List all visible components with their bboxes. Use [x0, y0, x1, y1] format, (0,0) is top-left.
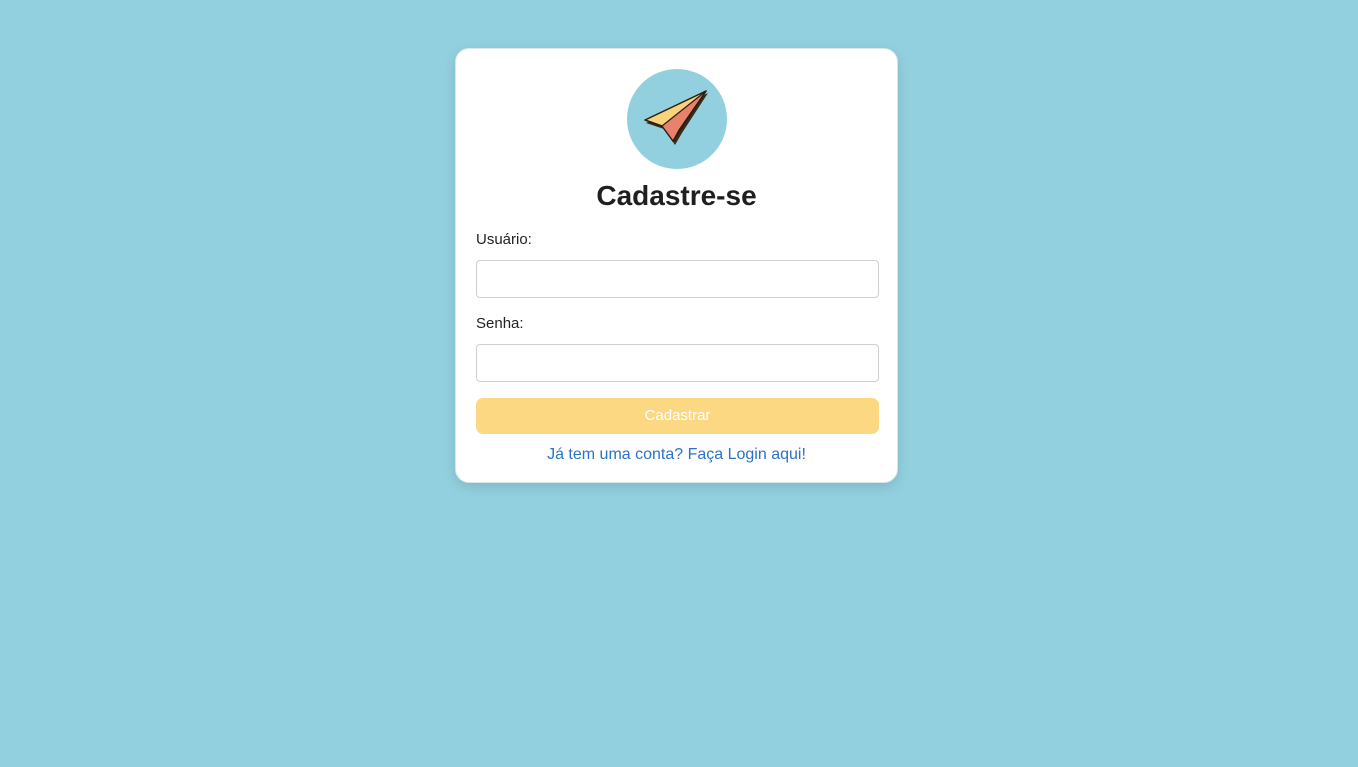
login-link[interactable]: Já tem uma conta? Faça Login aqui!	[476, 445, 877, 465]
register-card: Cadastre-se Usuário: Senha: Cadastrar Já…	[455, 48, 898, 483]
password-input[interactable]	[476, 344, 879, 382]
password-label: Senha:	[476, 315, 524, 332]
logo	[626, 69, 727, 169]
register-button[interactable]: Cadastrar	[476, 398, 879, 434]
page-title: Cadastre-se	[596, 180, 757, 211]
username-input[interactable]	[476, 260, 879, 298]
paper-plane-icon	[643, 90, 708, 145]
username-label: Usuário:	[476, 231, 532, 248]
